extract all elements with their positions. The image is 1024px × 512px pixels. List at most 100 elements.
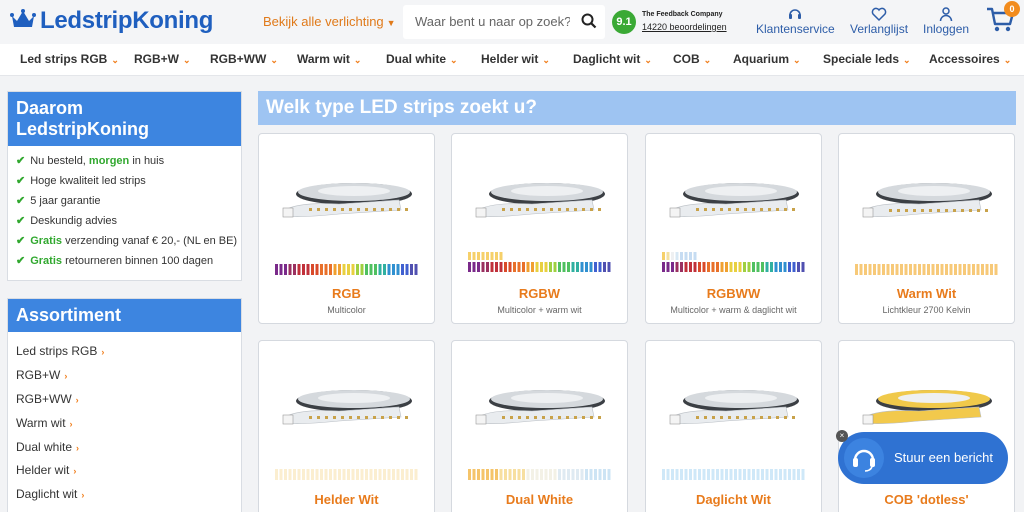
logo[interactable]: LedstripKoning (10, 7, 213, 35)
nav-item-accessoires[interactable]: Accessoires ⌄ (929, 52, 1011, 66)
check-icon: ✔ (16, 155, 26, 167)
led-strip-image (279, 170, 416, 235)
product-name: RGBW (518, 286, 561, 301)
product-name: Daglicht Wit (696, 492, 771, 507)
led-strip-image (472, 170, 609, 235)
usp-item: ✔ Deskundig advies (16, 214, 117, 227)
rating-company-name: The Feedback Company (642, 11, 723, 18)
product-name: Dual White (505, 492, 574, 507)
nav-item-warm-wit[interactable]: Warm wit ⌄ (297, 52, 361, 66)
product-card-dual-white[interactable]: Dual White (451, 340, 628, 512)
usp-text: verzending vanaf € 20,- (NL en BE) (62, 235, 238, 247)
color-spectrum-bar (662, 467, 807, 480)
product-card-rgbww[interactable]: RGBWW Multicolor + warm & daglicht wit (645, 133, 822, 324)
nav-item-label: Daglicht wit (573, 52, 641, 66)
chevron-right-icon: › (101, 347, 105, 357)
usp-item: ✔ Nu besteld, morgen in huis (16, 154, 164, 167)
logo-text: LedstripKoning (40, 7, 214, 34)
nav-item-aquarium[interactable]: Aquarium ⌄ (733, 52, 801, 66)
headset-icon (756, 6, 835, 22)
led-strip-image (666, 170, 803, 235)
search-input[interactable] (415, 14, 570, 29)
rating-reviews-link[interactable]: 14220 beoordelingen (642, 22, 727, 32)
chevron-down-icon: ⌄ (450, 55, 458, 65)
chat-widget-button[interactable]: Stuur een bericht (838, 432, 1008, 484)
site-header: LedstripKoning Bekijk alle verlichting ▼ … (0, 0, 1024, 44)
cart-count-badge: 0 (1004, 1, 1020, 17)
usp-item: ✔ Gratis retourneren binnen 100 dagen (16, 254, 213, 267)
assortment-item-led-strips-rgb[interactable]: Led strips RGB › (16, 344, 104, 358)
chevron-right-icon: › (69, 419, 73, 429)
product-subtitle: Multicolor (327, 305, 366, 315)
nav-item-label: Accessoires (929, 52, 1000, 66)
product-card-daglicht-wit[interactable]: Daglicht Wit (645, 340, 822, 512)
cart-button[interactable]: 0 (985, 1, 1020, 39)
product-card-helder-wit[interactable]: Helder Wit (258, 340, 435, 512)
crown-icon (10, 8, 36, 35)
nav-item-daglicht-wit[interactable]: Daglicht wit ⌄ (573, 52, 652, 66)
product-subtitle: Lichtkleur 2700 Kelvin (882, 305, 971, 315)
chevron-right-icon: › (76, 443, 80, 453)
chevron-right-icon: › (81, 490, 85, 500)
assortment-item-label: Dual white (16, 440, 73, 454)
usp-item: ✔ Hoge kwaliteit led strips (16, 174, 146, 187)
assortment-item-label: RGB+WW (16, 392, 72, 406)
nav-item-speciale-leds[interactable]: Speciale leds ⌄ (823, 52, 911, 66)
assortment-item-rgbww[interactable]: RGB+WW › (16, 392, 79, 406)
color-spectrum-bar (855, 262, 1000, 275)
login-label: Inloggen (923, 22, 970, 36)
assortment-item-daglicht-wit[interactable]: Daglicht wit › (16, 487, 84, 501)
assortment-item-dual-white[interactable]: Dual white › (16, 440, 79, 454)
product-card-rgbw[interactable]: RGBW Multicolor + warm wit (451, 133, 628, 324)
nav-item-rgbww[interactable]: RGB+WW ⌄ (210, 52, 278, 66)
headset-chat-icon (844, 438, 884, 478)
nav-item-dual-white[interactable]: Dual white ⌄ (386, 52, 458, 66)
chat-close-icon[interactable]: × (836, 430, 848, 442)
assortment-item-warm-wit[interactable]: Warm wit › (16, 416, 73, 430)
wishlist-label: Verlanglijst (850, 22, 909, 36)
led-strip-image (279, 377, 416, 442)
usp-highlight: Gratis (30, 255, 63, 267)
why-us-heading: Daarom LedstripKoning (8, 92, 241, 146)
why-us-panel: Daarom LedstripKoning ✔ Nu besteld, morge… (7, 91, 242, 281)
rating-score-badge: 9.1 (612, 10, 636, 34)
browse-all-label: Bekijk alle verlichting (263, 14, 384, 29)
search-icon[interactable] (581, 13, 597, 34)
chevron-down-icon: ⌄ (353, 55, 362, 65)
assortment-item-rgbw[interactable]: RGB+W › (16, 368, 67, 382)
customer-service-link[interactable]: Klantenservice (756, 6, 835, 36)
chat-label: Stuur een bericht (894, 450, 994, 465)
product-card-cob-dotless[interactable]: COB 'dotless' (838, 340, 1015, 512)
category-nav: Led strips RGB ⌄ RGB+W ⌄ RGB+WW ⌄ Warm wit ⌄… (0, 44, 1024, 76)
assortment-item-helder-wit[interactable]: Helder wit › (16, 463, 76, 477)
nav-item-label: RGB+W (134, 52, 179, 66)
customer-service-label: Klantenservice (756, 22, 835, 36)
nav-item-label: Speciale leds (823, 52, 900, 66)
usp-text: retourneren binnen 100 dagen (62, 255, 214, 267)
check-icon: ✔ (16, 195, 26, 207)
chevron-down-icon: ⌄ (270, 55, 278, 65)
nav-item-cob[interactable]: COB ⌄ (673, 52, 711, 66)
color-spectrum-bar (275, 262, 420, 275)
browse-all-lighting-dropdown[interactable]: Bekijk alle verlichting ▼ (263, 14, 396, 29)
caret-down-icon: ▼ (386, 18, 396, 28)
product-card-rgb[interactable]: RGB Multicolor (258, 133, 435, 324)
usp-text: in huis (129, 155, 165, 167)
chevron-down-icon: ⌄ (644, 55, 652, 65)
login-link[interactable]: Inloggen (923, 6, 969, 36)
why-us-title-line1: Daarom (16, 98, 84, 118)
product-card-warm-wit[interactable]: Warm Wit Lichtkleur 2700 Kelvin (838, 133, 1015, 324)
assortment-item-label: RGB+W (16, 368, 61, 382)
product-name: COB 'dotless' (884, 492, 969, 507)
assortment-panel: Assortiment Led strips RGB › RGB+W › RGB+W… (7, 298, 242, 512)
check-icon: ✔ (16, 255, 26, 267)
nav-item-label: Warm wit (297, 52, 350, 66)
nav-item-rgbw[interactable]: RGB+W ⌄ (134, 52, 191, 66)
product-subtitle: Multicolor + warm wit (497, 305, 582, 315)
nav-item-label: COB (673, 52, 700, 66)
nav-item-led-strips-rgb[interactable]: Led strips RGB ⌄ (20, 52, 119, 66)
nav-item-helder-wit[interactable]: Helder wit ⌄ (481, 52, 550, 66)
wishlist-link[interactable]: Verlanglijst (850, 6, 908, 36)
usp-item: ✔ Gratis verzending vanaf € 20,- (NL en B… (16, 234, 237, 247)
chevron-down-icon: ⌄ (111, 55, 119, 65)
